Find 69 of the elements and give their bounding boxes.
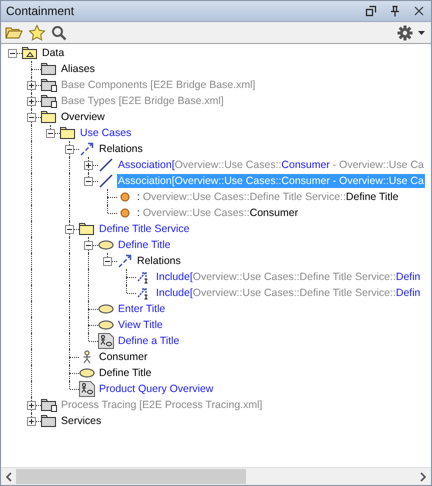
tree-item[interactable]: Define Title — [98, 366, 153, 380]
tree-item[interactable]: : Overview::Use Cases::Consumer — [136, 206, 300, 220]
dropdown-caret-icon[interactable] — [418, 30, 425, 34]
actor-icon — [82, 350, 92, 364]
expander-toggle[interactable] — [84, 241, 93, 250]
star-icon[interactable] — [28, 24, 46, 42]
plus-icon — [28, 98, 35, 105]
tree-item[interactable]: View Title — [117, 318, 164, 332]
expander-toggle[interactable] — [8, 49, 17, 58]
plus-icon — [28, 418, 35, 425]
settings-icon[interactable] — [397, 24, 413, 40]
tree-item[interactable]: Association[Overview::Use Cases::Consumer - Overview::Use Ca — [117, 158, 425, 172]
scrollbar-thumb[interactable] — [16, 469, 246, 484]
ellipse-icon — [79, 368, 95, 378]
tree-item[interactable]: Aliases — [60, 62, 96, 76]
pin-icon[interactable] — [389, 5, 401, 17]
relations-icon — [80, 142, 94, 156]
expander-toggle[interactable] — [84, 177, 93, 186]
minus-icon — [66, 226, 73, 233]
line-icon — [99, 174, 113, 188]
expander-toggle[interactable] — [27, 401, 36, 410]
minus-icon — [104, 258, 111, 265]
expander-toggle[interactable] — [27, 417, 36, 426]
tree-item[interactable]: Consumer — [98, 350, 148, 364]
search-icon[interactable] — [51, 24, 67, 40]
plus-icon — [28, 82, 35, 89]
ellipse-icon — [98, 240, 114, 250]
tree-item[interactable]: Include[Overview::Use Cases::Define Title Service::Defin — [155, 270, 422, 284]
minus-icon — [28, 114, 35, 121]
close-icon[interactable] — [413, 5, 425, 17]
tree-item[interactable]: Include[Overview::Use Cases::Define Title Service::Defin — [155, 286, 422, 300]
panel-title: Containment — [6, 4, 76, 18]
tree-item[interactable]: Define Title — [117, 238, 172, 252]
circle-icon — [120, 208, 130, 218]
plus-icon — [85, 162, 92, 169]
circle-icon — [120, 192, 130, 202]
minus-icon — [9, 50, 16, 57]
restore-icon[interactable] — [365, 5, 377, 17]
plus-icon — [28, 402, 35, 409]
tree-item[interactable]: Services — [60, 414, 102, 428]
tree-item[interactable]: Overview — [60, 110, 106, 124]
expander-toggle[interactable] — [65, 225, 74, 234]
tree-item[interactable]: Data — [41, 46, 66, 60]
tree-item[interactable]: : Overview::Use Cases::Define Title Service::Define Title — [136, 190, 400, 204]
expander-toggle[interactable] — [46, 129, 55, 138]
tree-item[interactable]: Define Title Service — [98, 222, 190, 236]
open-folder-icon[interactable] — [5, 24, 23, 40]
ellipse-icon — [98, 304, 114, 314]
relations-icon — [118, 254, 132, 268]
expander-toggle[interactable] — [65, 145, 74, 154]
tree-item[interactable]: Use Cases — [79, 126, 132, 140]
tree-item[interactable]: Define a Title — [117, 334, 180, 348]
tree-item[interactable]: Relations — [98, 142, 144, 156]
scroll-right-icon[interactable] — [419, 472, 427, 482]
line-icon — [99, 158, 113, 172]
tree-item[interactable]: Relations — [136, 254, 182, 268]
expander-toggle[interactable] — [27, 97, 36, 106]
expander-toggle[interactable] — [27, 81, 36, 90]
minus-icon — [85, 178, 92, 185]
ellipse-icon — [98, 320, 114, 330]
expander-toggle[interactable] — [103, 257, 112, 266]
expander-toggle[interactable] — [27, 113, 36, 122]
expander-toggle[interactable] — [84, 161, 93, 170]
minus-icon — [66, 146, 73, 153]
minus-icon — [85, 242, 92, 249]
scroll-left-icon[interactable] — [5, 472, 13, 482]
tree-item[interactable]: Enter Title — [117, 302, 166, 316]
minus-icon — [47, 130, 54, 137]
tree-item[interactable]: Product Query Overview — [98, 382, 214, 396]
